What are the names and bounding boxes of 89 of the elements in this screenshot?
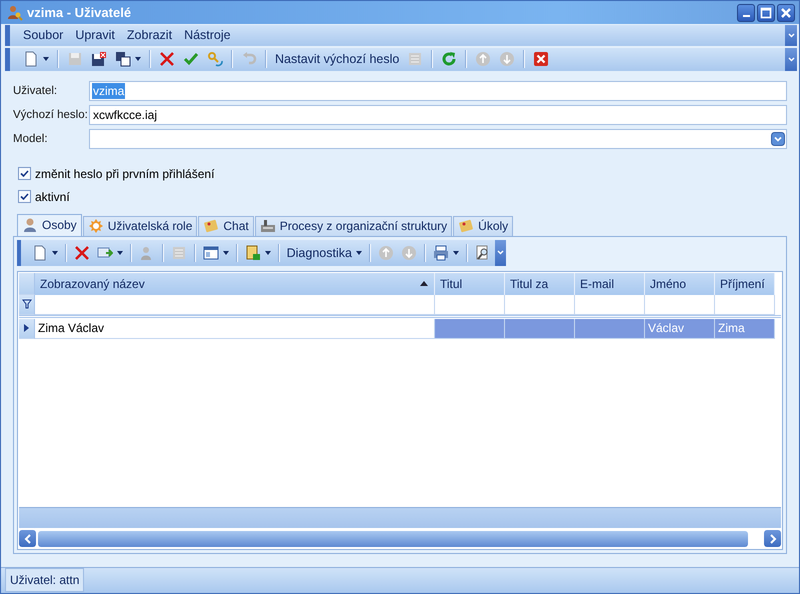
filter-cell[interactable] [505, 294, 575, 315]
user-key-icon [7, 4, 23, 21]
table-cell: Václav [645, 318, 715, 339]
delete-icon [159, 51, 175, 68]
floppy-icon [91, 51, 107, 68]
dropdown-icon [771, 132, 785, 146]
filter-cell[interactable] [715, 294, 775, 315]
note-icon [203, 218, 220, 234]
row-header[interactable] [19, 318, 35, 339]
filter-cell[interactable] [645, 294, 715, 315]
clipboard-icon [244, 244, 261, 261]
menu-item[interactable]: Zobrazit [122, 25, 178, 46]
caret-icon [43, 57, 49, 62]
tab[interactable]: Uživatelská role [82, 216, 198, 236]
menu-item[interactable]: Soubor [18, 25, 68, 46]
close-icon [780, 6, 792, 19]
tab[interactable]: Úkoly [453, 216, 514, 236]
field-label: Model: [13, 132, 49, 145]
tab[interactable]: Procesy z organizační struktury [254, 216, 452, 236]
scroll-right-button[interactable] [764, 530, 781, 548]
column-header[interactable]: Titul [435, 272, 505, 295]
list-icon [407, 51, 424, 68]
maximize-icon [760, 6, 772, 19]
row-pointer-icon [24, 324, 29, 332]
document-icon [32, 244, 48, 261]
field-label: Výchozí heslo: [13, 108, 89, 121]
window-title: vzima - Uživatelé [27, 5, 132, 20]
caret-icon [356, 250, 362, 255]
table-cell: Zima [715, 318, 775, 339]
column-header[interactable]: Příjmení [715, 272, 775, 295]
filter-icon [22, 299, 32, 310]
filter-cell[interactable] [35, 294, 435, 315]
menu-item[interactable]: Upravit [70, 25, 120, 46]
chevron-icon [788, 56, 794, 62]
caret-icon [222, 250, 229, 255]
table-cell [435, 318, 505, 339]
column-header[interactable]: Titul za [505, 272, 575, 295]
checkbox-label: aktivní [35, 190, 70, 204]
close-icon [533, 51, 550, 68]
minimize-button[interactable] [737, 4, 755, 22]
checkbox[interactable] [18, 190, 31, 204]
status-text: Uživatel: attn [5, 568, 84, 592]
machine-icon [260, 218, 276, 234]
note-icon [458, 218, 474, 234]
floppy-icon [67, 51, 83, 68]
overflow-button[interactable] [785, 48, 797, 71]
check-icon [183, 51, 199, 68]
chevron-icon [788, 32, 794, 38]
filter-cell[interactable] [435, 294, 505, 315]
overflow-button[interactable] [494, 240, 506, 266]
diagnostics-button[interactable]: Diagnostika [284, 242, 365, 264]
window-icon [202, 244, 219, 261]
set-password-button[interactable]: Nastavit výchozí heslo [272, 48, 402, 70]
delete-icon [74, 244, 90, 261]
overflow-button[interactable] [785, 25, 797, 46]
minimize-icon [742, 15, 750, 18]
scroll-left-button[interactable] [19, 530, 36, 548]
caret-icon [135, 57, 141, 62]
list-icon [170, 244, 187, 261]
tab[interactable]: Chat [198, 216, 254, 236]
undo-icon [241, 51, 257, 68]
field-label: Uživatel: [13, 84, 58, 97]
caret-icon [264, 250, 271, 255]
printer-icon [432, 244, 449, 261]
column-header[interactable]: Jméno [645, 272, 715, 295]
checkbox-label: změnit heslo při prvním přihlášení [35, 166, 214, 181]
person-icon [22, 217, 38, 234]
table-cell [505, 318, 575, 339]
caret-icon [116, 250, 123, 255]
tab[interactable]: Osoby [17, 214, 82, 236]
column-header[interactable]: Zobrazovaný název [35, 272, 435, 295]
chevron-icon [496, 250, 504, 256]
input-field[interactable]: xcwfkcce.iaj [89, 104, 787, 125]
close-button[interactable] [777, 4, 795, 22]
maximize-button[interactable] [757, 4, 775, 22]
checkbox[interactable] [18, 167, 31, 180]
scrollbar-thumb[interactable] [38, 530, 748, 547]
menu-item[interactable]: Nástroje [179, 25, 236, 46]
caret-icon [52, 250, 58, 255]
gear-icon [88, 218, 104, 234]
document-icon [23, 51, 39, 68]
table-cell [575, 318, 645, 339]
table-cell: Zima Václav [35, 318, 435, 339]
filter-cell[interactable] [575, 294, 645, 315]
key-icon [207, 51, 223, 68]
column-header[interactable]: E-mail [575, 272, 645, 295]
refresh-icon [441, 51, 458, 68]
caret-icon [452, 250, 459, 255]
copy-icon [115, 51, 131, 68]
